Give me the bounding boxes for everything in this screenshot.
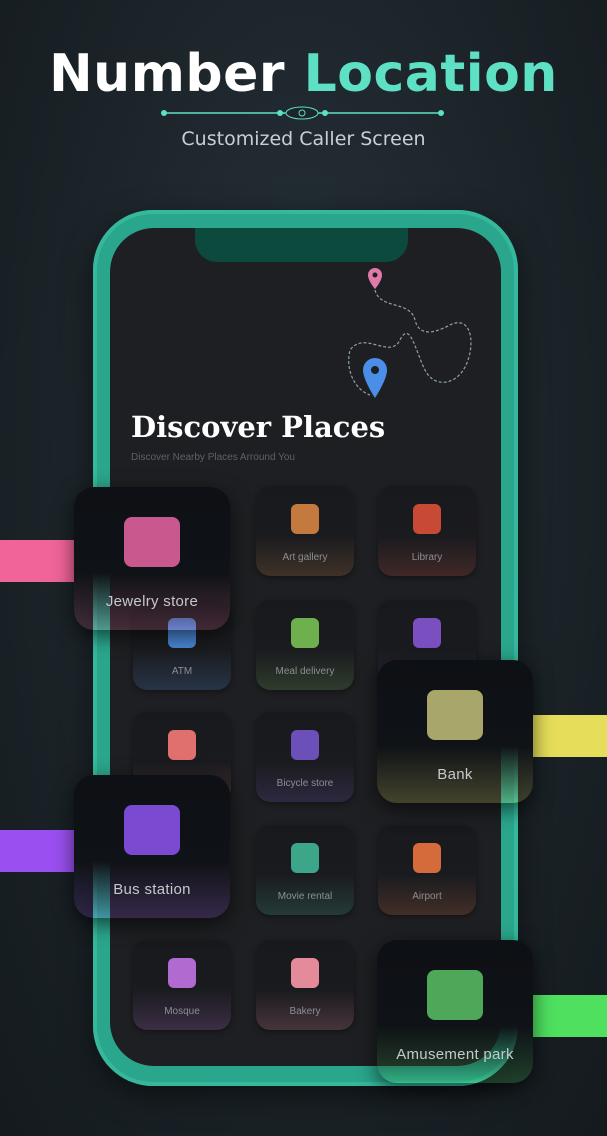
screen-subtitle: Discover Nearby Places Arround You xyxy=(131,452,295,463)
place-label: Bicycle store xyxy=(276,778,334,789)
place-tile[interactable]: Bakery xyxy=(256,940,354,1030)
subtitle: Customized Caller Screen xyxy=(181,128,426,150)
place-label: Airport xyxy=(412,891,442,902)
accent-bar-green xyxy=(533,995,607,1037)
bicycle-icon xyxy=(291,730,319,760)
ornament-divider-icon xyxy=(161,106,444,120)
route-map-icon xyxy=(348,268,472,398)
place-label: Meal delivery xyxy=(275,666,335,677)
accent-bar-purple xyxy=(0,830,74,872)
place-label: Mosque xyxy=(164,1006,200,1017)
place-label: ATM xyxy=(171,666,193,677)
featured-place-card[interactable]: Amusement park xyxy=(377,940,533,1083)
place-label: Jewelry store xyxy=(105,593,199,610)
place-label: Bus station xyxy=(113,881,191,898)
cake-icon xyxy=(291,958,319,988)
accent-bar-pink xyxy=(0,540,74,582)
treasure-chest-icon xyxy=(124,517,180,567)
hair-salon-icon xyxy=(168,730,196,760)
place-tile[interactable]: Bicycle store xyxy=(256,712,354,802)
books-icon xyxy=(413,504,441,534)
phone-notch xyxy=(195,228,408,262)
place-label: Bakery xyxy=(289,1006,321,1017)
bank-building-icon xyxy=(427,690,483,740)
clapperboard-icon xyxy=(291,843,319,873)
mosque-icon xyxy=(168,958,196,988)
delivery-bag-icon xyxy=(291,618,319,648)
auction-gavel-icon xyxy=(413,618,441,648)
featured-place-card[interactable]: Bank xyxy=(377,660,533,803)
place-tile[interactable]: Mosque xyxy=(133,940,231,1030)
screen-title: Discover Places xyxy=(131,410,386,444)
headline: Number Location xyxy=(49,44,558,104)
accent-bar-yellow xyxy=(533,715,607,757)
park-icon xyxy=(427,970,483,1020)
place-label: Movie rental xyxy=(277,891,333,902)
featured-place-card[interactable]: Jewelry store xyxy=(74,487,230,630)
place-tile[interactable]: Airport xyxy=(378,825,476,915)
airplane-icon xyxy=(413,843,441,873)
place-tile[interactable]: Library xyxy=(378,486,476,576)
place-label: Art gallery xyxy=(282,552,328,563)
place-tile[interactable]: Art gallery xyxy=(256,486,354,576)
bus-station-icon xyxy=(124,805,180,855)
place-tile[interactable]: Meal delivery xyxy=(256,600,354,690)
place-label: Library xyxy=(411,552,443,563)
picture-frame-icon xyxy=(291,504,319,534)
featured-place-card[interactable]: Bus station xyxy=(74,775,230,918)
place-tile[interactable]: Movie rental xyxy=(256,825,354,915)
place-label: Amusement park xyxy=(396,1046,514,1063)
place-label: Bank xyxy=(437,766,473,783)
